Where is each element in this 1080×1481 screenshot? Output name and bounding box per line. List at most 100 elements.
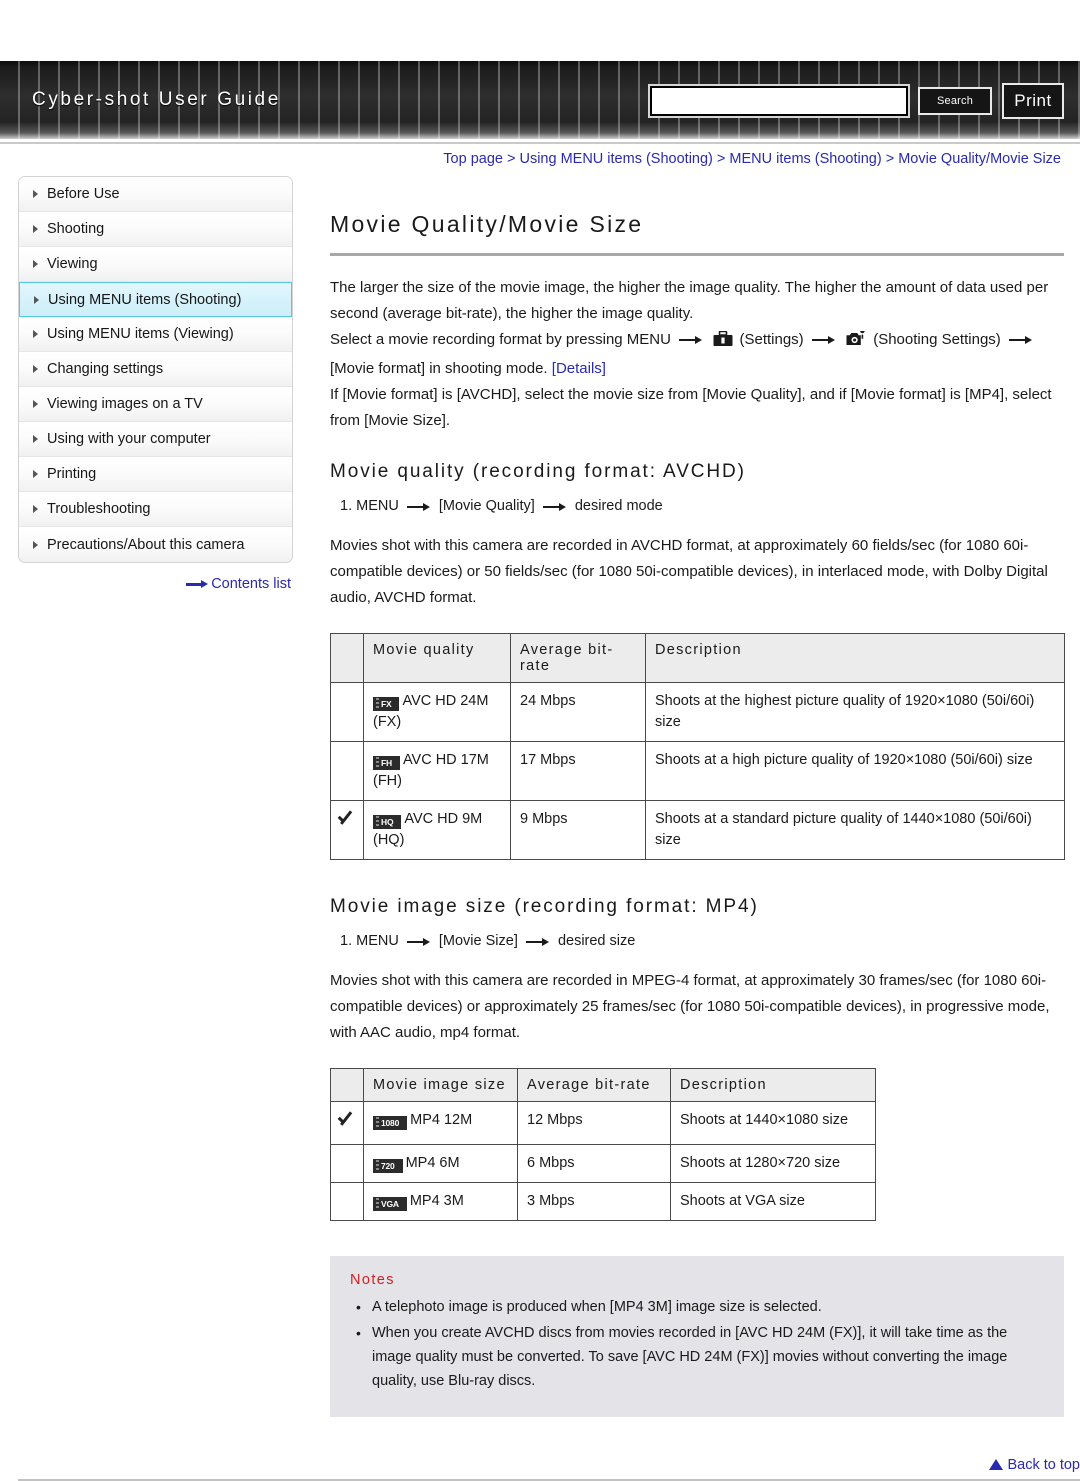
notes-title: Notes (350, 1272, 395, 1289)
sidebar-item-label: Precautions/About this camera (47, 536, 245, 553)
column-header-selected (330, 633, 364, 684)
step-number: 1. (340, 933, 353, 950)
movie-size-name: MP4 3M (409, 1193, 464, 1210)
triangle-up-icon (989, 1459, 1004, 1471)
sidebar: Before Use Shooting Viewing Using MENU i… (18, 176, 293, 592)
movie-size-cell: VGA MP4 3M (363, 1182, 518, 1222)
bitrate-cell: 6 Mbps (517, 1144, 671, 1184)
bitrate-cell: 3 Mbps (517, 1182, 671, 1222)
movie-size-cell: 1080 MP4 12M (363, 1101, 518, 1146)
search-input[interactable] (648, 84, 910, 118)
step-text-a: MENU (356, 933, 399, 950)
description-cell: Shoots at the highest picture quality of… (645, 682, 1065, 743)
sidebar-item-troubleshooting[interactable]: Troubleshooting (19, 492, 292, 527)
intro-p2-text-b: (Settings) (739, 331, 804, 349)
sidebar-item-label: Shooting (47, 221, 105, 237)
arrow-right-icon (186, 580, 209, 589)
table-row: 1080 MP4 12M 12 Mbps Shoots at 1440×1080 … (330, 1101, 876, 1146)
movie-size-name: MP4 12M (410, 1112, 473, 1129)
sidebar-item-label: Troubleshooting (47, 501, 151, 517)
notes-box: Notes A telephoto image is produced when… (330, 1256, 1064, 1418)
checkmark-icon (336, 1110, 358, 1129)
toolbox-settings-icon (713, 330, 733, 356)
table-header-row: Movie image size Average bit-rate Descri… (330, 1068, 876, 1103)
sidebar-item-label: Viewing images on a TV (47, 396, 203, 412)
bullet-arrow-icon (33, 260, 38, 268)
arrow-icon (542, 502, 567, 512)
badge-1080-icon: 1080 (373, 1116, 408, 1131)
arrow-icon (406, 937, 431, 947)
note-item: A telephoto image is produced when [MP4 … (350, 1295, 1044, 1319)
header-tools: Search Print (648, 83, 1064, 119)
notes-list: A telephoto image is produced when [MP4 … (350, 1295, 1044, 1393)
section-heading-avchd: Movie quality (recording format: AVCHD) (330, 461, 746, 483)
sidebar-item-precautions-about-this-camera[interactable]: Precautions/About this camera (19, 527, 292, 562)
sidebar-item-label: Changing settings (47, 361, 164, 377)
sidebar-nav: Before Use Shooting Viewing Using MENU i… (18, 176, 293, 563)
site-header: Cyber-shot User Guide Search Print (0, 61, 1080, 139)
paragraph-avchd: Movies shot with this camera are recorde… (330, 537, 1048, 607)
column-header-description: Description (670, 1068, 876, 1103)
badge-720-icon: 720 (373, 1159, 403, 1174)
sidebar-item-shooting[interactable]: Shooting (19, 212, 292, 247)
page-footer: Back to top (18, 1457, 1080, 1481)
movie-quality-cell: HQ AVC HD 9M (HQ) (363, 800, 511, 861)
site-title: Cyber-shot User Guide (32, 89, 281, 110)
selected-cell (330, 1101, 364, 1146)
sidebar-item-printing[interactable]: Printing (19, 457, 292, 492)
sidebar-item-using-menu-items-shooting[interactable]: Using MENU items (Shooting) (19, 282, 292, 317)
sidebar-item-label: Using MENU items (Viewing) (47, 326, 234, 342)
details-link[interactable]: [Details] (552, 360, 606, 377)
intro-p2-text-d: [Movie format] in shooting mode. (330, 360, 548, 378)
sidebar-item-using-menu-items-viewing[interactable]: Using MENU items (Viewing) (19, 317, 292, 352)
bitrate-cell: 9 Mbps (510, 800, 646, 861)
selected-cell (330, 800, 364, 861)
contents-list-link-wrap: Contents list (18, 576, 293, 592)
selected-cell (330, 682, 364, 743)
description-cell: Shoots at 1280×720 size (670, 1144, 876, 1184)
bullet-arrow-icon (33, 225, 38, 233)
sidebar-item-using-with-your-computer[interactable]: Using with your computer (19, 422, 292, 457)
sidebar-item-viewing-images-on-a-tv[interactable]: Viewing images on a TV (19, 387, 292, 422)
column-header-selected (330, 1068, 364, 1103)
bullet-arrow-icon (33, 400, 38, 408)
bullet-arrow-icon (34, 295, 39, 304)
step-text-b: [Movie Size] (438, 933, 518, 950)
description-cell: Shoots at a high picture quality of 1920… (645, 741, 1065, 802)
sidebar-item-label: Using with your computer (47, 431, 211, 447)
sidebar-item-label: Using MENU items (Shooting) (48, 291, 242, 308)
arrow-icon (525, 937, 550, 947)
title-divider (330, 253, 1064, 257)
description-cell: Shoots at 1440×1080 size (670, 1101, 876, 1146)
bullet-arrow-icon (33, 540, 38, 549)
table-row: HQ AVC HD 9M (HQ) 9 Mbps Shoots at a stan… (330, 800, 1065, 861)
column-header-movie-quality: Movie quality (363, 633, 511, 684)
arrow-icon (1008, 335, 1033, 345)
intro-paragraph-2: Select a movie recording format by press… (330, 327, 1065, 382)
step-text-a: MENU (356, 498, 399, 515)
bullet-arrow-icon (33, 330, 38, 338)
badge-fx-icon: FX (373, 697, 400, 712)
main-content: Top page > Using MENU items (Shooting) >… (330, 144, 1065, 1418)
badge-fh-icon: FH (373, 756, 400, 771)
arrow-icon (811, 335, 836, 345)
arrow-icon (406, 502, 431, 512)
bitrate-cell: 17 Mbps (510, 741, 646, 802)
breadcrumb[interactable]: Top page > Using MENU items (Shooting) >… (330, 151, 1065, 167)
sidebar-item-viewing[interactable]: Viewing (19, 247, 292, 282)
back-to-top-link[interactable]: Back to top (1007, 1457, 1080, 1473)
print-button[interactable]: Print (1002, 83, 1064, 119)
sidebar-item-changing-settings[interactable]: Changing settings (19, 352, 292, 387)
step-text-c: desired size (557, 933, 636, 950)
page-title: Movie Quality/Movie Size (330, 211, 644, 237)
sidebar-item-before-use[interactable]: Before Use (19, 177, 292, 212)
bitrate-cell: 24 Mbps (510, 682, 646, 743)
movie-quality-cell: FX AVC HD 24M (FX) (363, 682, 511, 743)
movie-size-cell: 720 MP4 6M (363, 1144, 518, 1184)
description-cell: Shoots at a standard picture quality of … (645, 800, 1065, 861)
step-number: 1. (340, 498, 353, 515)
intro-paragraph-1: The larger the size of the movie image, … (330, 279, 1049, 323)
search-button[interactable]: Search (918, 87, 992, 115)
contents-list-link[interactable]: Contents list (211, 576, 291, 592)
selected-cell (330, 1144, 364, 1184)
